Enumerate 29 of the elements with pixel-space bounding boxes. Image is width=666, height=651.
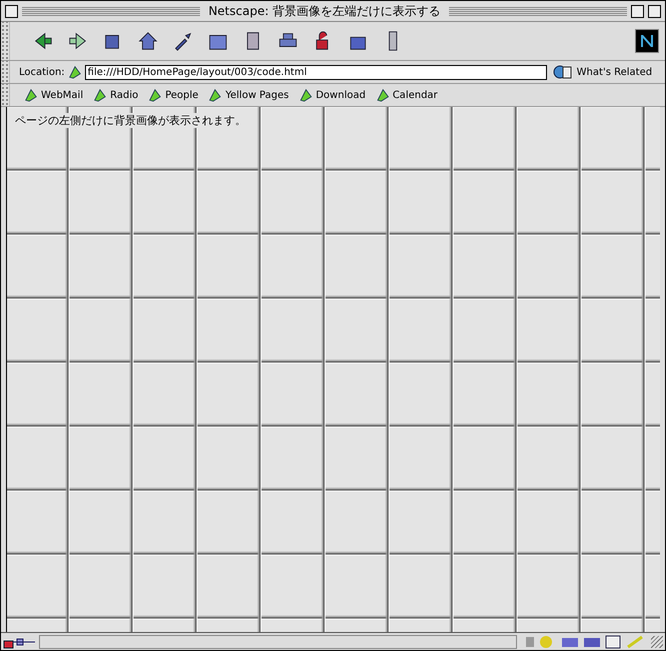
bookmark-icon <box>208 88 222 102</box>
resize-grip[interactable] <box>651 636 663 648</box>
close-box[interactable] <box>5 4 18 18</box>
bookmark-icon <box>298 88 313 102</box>
globe-page-icon <box>552 64 574 80</box>
bookmark-link[interactable]: People <box>146 88 200 102</box>
home-icon[interactable] <box>137 30 159 52</box>
bookmark-icon <box>148 88 162 102</box>
forward-arrow-icon[interactable] <box>67 30 89 52</box>
netscape-logo-icon[interactable] <box>635 29 659 53</box>
zoom-box[interactable] <box>648 4 661 18</box>
bookmark-link[interactable]: Calendar <box>374 88 440 102</box>
bookmark-link[interactable]: Radio <box>91 88 140 102</box>
back-arrow-icon[interactable] <box>32 30 54 52</box>
bookmark-link[interactable]: Yellow Pages <box>206 88 291 102</box>
toolbar-grip[interactable] <box>1 22 10 60</box>
bookmark-link[interactable]: WebMail <box>22 88 86 102</box>
collapse-box[interactable] <box>631 4 644 18</box>
toolbar-grip[interactable] <box>1 61 10 83</box>
page-proxy-icon[interactable] <box>68 65 82 79</box>
whats-related-button[interactable]: What's Related <box>550 64 654 80</box>
bookmark-icon <box>376 88 390 102</box>
location-label: Location: <box>19 66 65 78</box>
bookmark-icon <box>93 88 108 102</box>
location-field[interactable]: file:///HDD/HomePage/layout/003/code.html <box>84 64 547 80</box>
window-title: Netscape: 背景画像を左端だけに表示する <box>207 2 442 20</box>
bookmark-icon <box>24 88 38 102</box>
bookmark-link[interactable]: Download <box>296 88 368 102</box>
toolbar-grip[interactable] <box>1 84 10 106</box>
